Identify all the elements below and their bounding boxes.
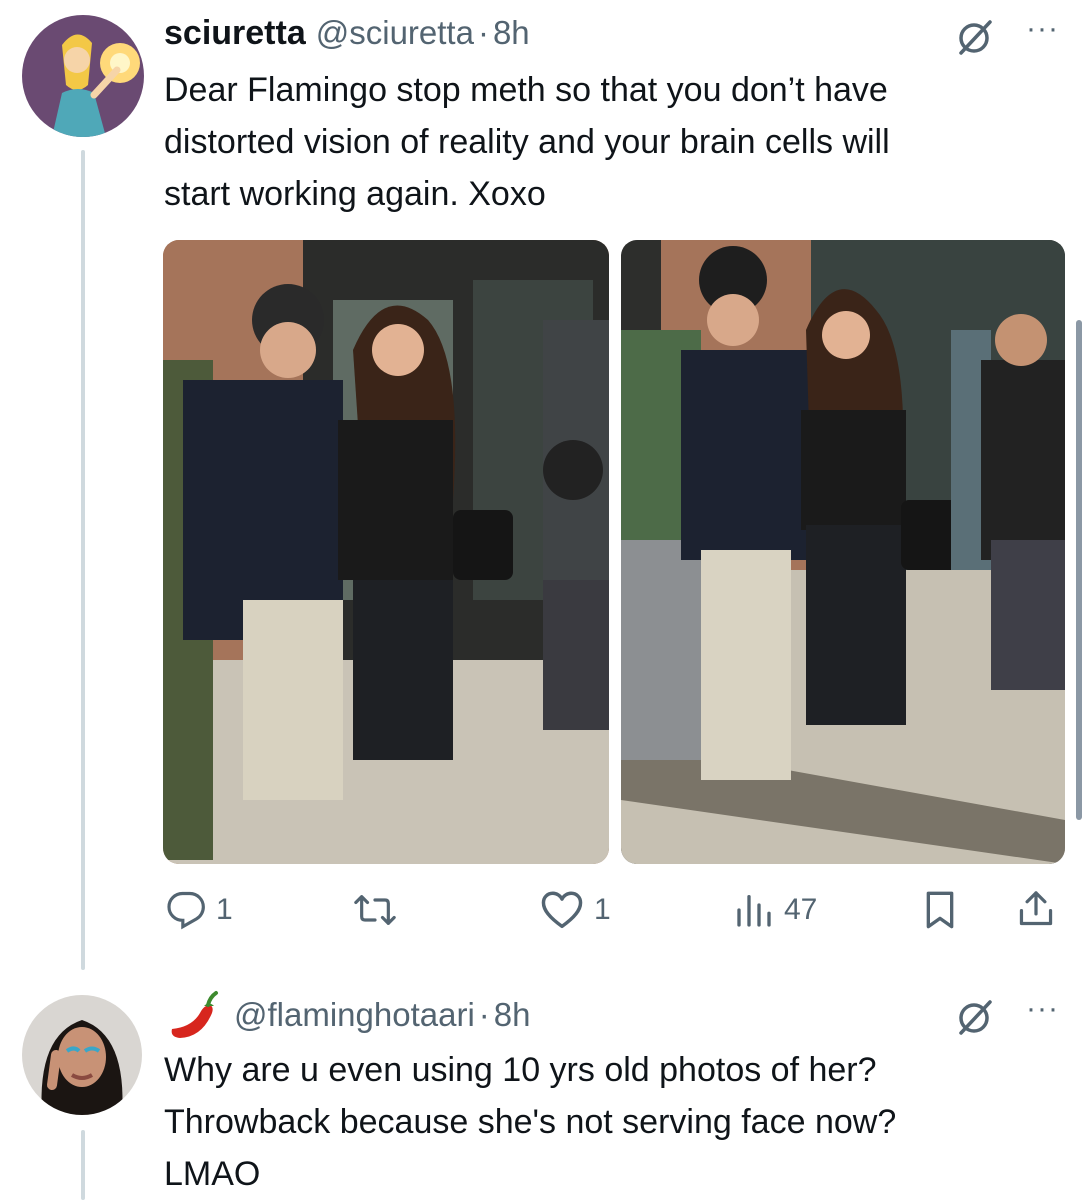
scrollbar[interactable]: [1076, 320, 1082, 820]
heart-icon: [541, 891, 583, 929]
media-photo-2[interactable]: [621, 240, 1065, 864]
share-icon: [1019, 891, 1053, 926]
grok-icon[interactable]: [956, 17, 996, 62]
chili-pepper-icon: [171, 991, 218, 1038]
bookmark-icon: [926, 891, 954, 929]
more-options-icon[interactable]: ···: [1026, 992, 1059, 1026]
thread-connector-line: [81, 150, 85, 970]
like-count: 1: [594, 893, 611, 926]
avatar-sciuretta[interactable]: [22, 15, 144, 137]
views-count: 47: [784, 893, 818, 926]
separator-dot: ·: [477, 14, 489, 51]
timestamp[interactable]: 8h: [493, 14, 530, 52]
thread-connector-line: [81, 1130, 85, 1200]
user-handle[interactable]: @sciuretta: [316, 14, 474, 52]
grok-icon[interactable]: [956, 997, 996, 1042]
avatar-image: [22, 995, 142, 1115]
tweet-header: 🌶️ @flaminghotaari · 8h: [164, 990, 531, 1040]
media-photo-1[interactable]: [163, 240, 609, 864]
photo-2-image: [621, 240, 1065, 864]
tweet-header: sciuretta @sciuretta · 8h: [164, 14, 530, 58]
share-button[interactable]: [1016, 888, 1056, 930]
more-options-icon[interactable]: ···: [1026, 12, 1059, 46]
photo-1-image: [163, 240, 609, 864]
tweet-text: Why are u even using 10 yrs old photos o…: [164, 1051, 897, 1193]
display-name[interactable]: sciuretta: [164, 14, 306, 53]
bookmark-button[interactable]: [922, 890, 958, 930]
timestamp[interactable]: 8h: [494, 996, 531, 1034]
user-handle[interactable]: @flaminghotaari: [234, 996, 475, 1034]
avatar-image: [22, 15, 144, 137]
tweet-text: Dear Flamingo stop meth so that you don’…: [164, 71, 890, 213]
reply-icon: [167, 891, 205, 930]
retweet-button[interactable]: [353, 890, 407, 930]
like-button[interactable]: 1: [540, 890, 611, 930]
separator-dot: ·: [478, 996, 490, 1033]
reply-button[interactable]: 1: [166, 890, 233, 930]
reply-count: 1: [216, 893, 233, 926]
avatar-flaminghotaari[interactable]: [22, 995, 142, 1115]
retweet-icon: [354, 895, 396, 925]
views-button[interactable]: 47: [734, 890, 817, 930]
views-icon: [737, 895, 771, 927]
